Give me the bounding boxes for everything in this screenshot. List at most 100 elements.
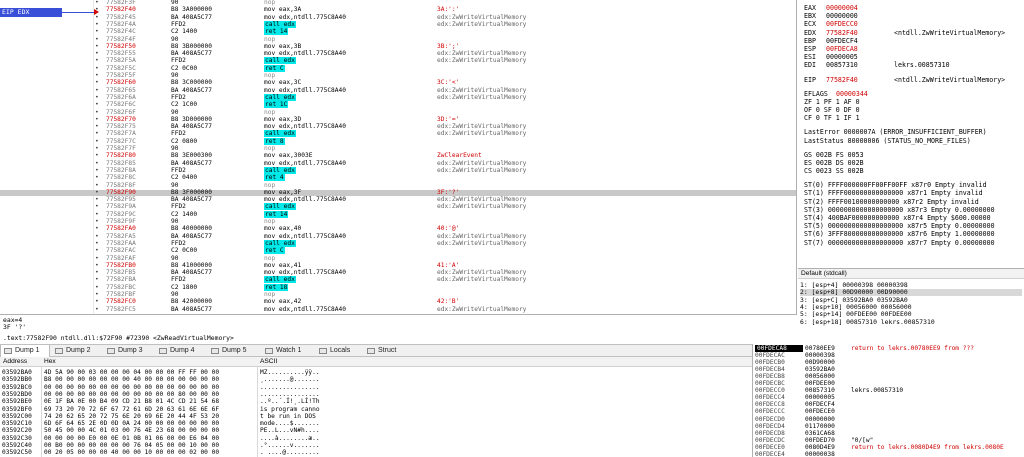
fpu-row[interactable]: ST(1) FFFF000000000000000 x87r1 Empty in… <box>804 189 983 197</box>
disassembly-pane[interactable]: • 77582F3F 90 nop • 77582F40 B8 3A000000 mov ea… <box>0 0 797 314</box>
breakpoint-dot[interactable]: • <box>95 72 99 79</box>
tab-dump-2[interactable]: Dump 2 <box>52 345 102 357</box>
dump-hex-bytes[interactable]: 0E 1F BA 0E 00 B4 09 CD 21 B8 01 4C CD 2… <box>44 398 219 405</box>
disassembly-row[interactable]: • 77582F80 B8 3E000300 mov eax,3003E ZwClear… <box>0 153 796 159</box>
breakpoint-dot[interactable]: • <box>95 36 99 43</box>
breakpoint-dot[interactable]: • <box>95 138 99 145</box>
breakpoint-dot[interactable]: • <box>95 269 99 276</box>
calling-convention-select[interactable]: Default (stdcall) <box>798 269 1024 279</box>
disassembly-row[interactable]: • 77582F75 BA 408A5C77 mov edx,ntdll.775C8A… <box>0 123 796 130</box>
disassembly-row[interactable]: • 77582F50 B8 3B000000 mov eax,3B 3B:';' <box>0 43 796 50</box>
breakpoint-dot[interactable]: • <box>95 21 99 28</box>
dump-row[interactable]: 03592BA0 4D 5A 90 00 03 00 00 00 04 00 00… <box>0 369 752 376</box>
disassembly-row[interactable]: • 77582F9F 90 nop <box>0 218 796 225</box>
dump-row[interactable]: 03592C50 00 20 05 00 00 00 40 00 00 10 00… <box>0 449 752 456</box>
disassembly-row[interactable]: • 77582FBA FFD2 call edx edx:ZwWriteVirtualM… <box>0 276 796 284</box>
register-value[interactable]: 00000004 <box>826 4 858 12</box>
dump-row[interactable]: 03592C10 6D 6F 64 65 2E 0D 0D 0A 24 00 00… <box>0 420 752 427</box>
breakpoint-dot[interactable]: • <box>95 240 99 247</box>
dump-hex-bytes[interactable]: 74 20 62 65 20 72 75 6E 20 69 6E 20 44 4… <box>44 413 219 420</box>
call-stack-args-pane[interactable]: Default (stdcall) 1: [esp+4] 00000398 00… <box>798 268 1024 356</box>
disassembly-row[interactable]: • 77582FB5 BA 408A5C77 mov edx,ntdll.775C8A… <box>0 269 796 276</box>
tab-dump-5[interactable]: Dump 5 <box>208 345 258 357</box>
register-value[interactable]: 00FDECC0 <box>826 20 858 28</box>
dump-hex-bytes[interactable]: 00 00 00 00 E0 00 0E 01 0B 01 06 00 00 E… <box>44 435 219 442</box>
breakpoint-dot[interactable]: • <box>95 43 99 50</box>
disassembly-row[interactable]: • 77582F9C C2 1400 ret 14 <box>0 210 796 218</box>
breakpoint-dot[interactable]: • <box>95 204 99 210</box>
disassembly-row[interactable]: • 77582F5A FFD2 call edx edx:ZwWriteVirtualM… <box>0 57 796 65</box>
disassembly-row[interactable]: • 77582F4A FFD2 call edx edx:ZwWriteVirtualM… <box>0 20 796 28</box>
breakpoint-dot[interactable]: • <box>95 196 99 203</box>
fpu-row[interactable]: ST(5) 0000000000000000000 x87r5 Empty 0.… <box>804 222 995 230</box>
breakpoint-dot[interactable]: • <box>95 145 99 152</box>
breakpoint-dot[interactable]: • <box>95 109 99 116</box>
breakpoint-dot[interactable]: • <box>95 116 99 123</box>
register-value[interactable]: 77582F40 <box>826 29 858 37</box>
disassembly-row[interactable]: • 77582FAC C2 0C00 ret C <box>0 247 796 255</box>
breakpoint-dot[interactable]: • <box>95 58 99 64</box>
breakpoint-dot[interactable]: • <box>95 284 99 291</box>
breakpoint-dot[interactable]: • <box>95 50 99 57</box>
disassembly-row[interactable]: • 77582F5C C2 0C00 ret C <box>0 64 796 72</box>
stack-value[interactable]: 00000038 <box>805 451 835 457</box>
fpu-row[interactable]: ST(6) 3FFF800000000000000 x87r6 Empty 1.… <box>804 230 995 238</box>
breakpoint-dot[interactable]: • <box>95 174 99 181</box>
fpu-row[interactable]: ST(4) 400BAF000000000000 x87r4 Empty $60… <box>804 214 991 222</box>
breakpoint-dot[interactable]: • <box>95 226 99 232</box>
disassembly-row[interactable]: • 77582FAA FFD2 call edx edx:ZwWriteVirtualM… <box>0 239 796 247</box>
dump-pane[interactable]: Address Hex ASCII 03592BA0 4D 5A 90 00 03… <box>0 357 752 457</box>
tab-dump-3[interactable]: Dump 3 <box>104 345 154 357</box>
disassembly-row[interactable]: • 77582F45 BA 408A5C77 mov edx,ntdll.775C8A… <box>0 14 796 21</box>
dump-row[interactable]: 03592C30 00 00 00 00 E0 00 0E 01 0B 01 06… <box>0 435 752 442</box>
disassembly-row[interactable]: • 77582FC5 BA 408A5C77 mov edx,ntdll.775C8A… <box>0 306 796 313</box>
stack-arg-row[interactable]: 6: [esp+18] 00857310 lekrs.00857310 <box>800 318 1022 326</box>
segment-row[interactable]: GS 002B FS 0053 <box>804 151 864 159</box>
disassembly-row[interactable]: • 77582F6C C2 1C00 ret 1C <box>0 101 796 109</box>
hex-column-header[interactable]: Hex <box>44 357 56 367</box>
stack-pane[interactable]: 00FDECA8 00780EE9 return to lekrs.00780EE9… <box>752 344 1024 457</box>
register-value[interactable]: 00000000 <box>826 12 858 20</box>
fpu-row[interactable]: ST(2) FFFF00100000000000 x87r2 Empty inv… <box>804 198 979 206</box>
segment-row[interactable]: ES 002B DS 002B <box>804 159 864 167</box>
tab-dump-1[interactable]: Dump 1 <box>0 345 50 357</box>
breakpoint-dot[interactable]: • <box>95 262 99 269</box>
breakpoint-dot[interactable]: • <box>95 182 99 189</box>
stack-row[interactable]: 00FDECE4 00000038 <box>753 451 1024 457</box>
disassembly-row[interactable]: • 77582F85 BA 408A5C77 mov edx,ntdll.775C8A… <box>0 160 796 167</box>
flags-row[interactable]: ZF 1 PF 1 AF 0 <box>804 98 860 106</box>
fpu-row[interactable]: ST(3) 0000000000000000000 x87r3 Empty 0.… <box>804 206 995 214</box>
breakpoint-dot[interactable]: • <box>95 211 99 218</box>
dump-hex-bytes[interactable]: 00 20 05 00 00 00 40 00 00 10 00 00 00 0… <box>44 449 219 456</box>
breakpoint-dot[interactable]: • <box>95 101 99 108</box>
dump-hex-bytes[interactable]: 00 00 00 00 00 00 00 00 00 00 00 00 80 0… <box>44 391 219 398</box>
breakpoint-dot[interactable]: • <box>95 233 99 240</box>
register-value[interactable]: 00857310 <box>826 61 858 69</box>
register-value[interactable]: 00FDECF4 <box>826 37 858 45</box>
breakpoint-dot[interactable]: • <box>95 14 99 21</box>
register-value[interactable]: 00FDECA8 <box>826 45 858 53</box>
breakpoint-dot[interactable]: • <box>95 0 99 6</box>
disassembly-row[interactable]: • 77582FA5 BA 408A5C77 mov edx,ntdll.775C8A… <box>0 233 796 240</box>
dump-hex-bytes[interactable]: 6D 6F 64 65 2E 0D 0D 0A 24 00 00 00 00 0… <box>44 420 219 427</box>
dump-hex-bytes[interactable]: 00 B0 00 00 00 00 00 00 76 04 05 00 00 1… <box>44 442 219 449</box>
breakpoint-dot[interactable]: • <box>95 255 99 262</box>
dump-hex-bytes[interactable]: 50 45 00 00 4C 01 03 00 76 4E 23 68 00 0… <box>44 427 219 434</box>
breakpoint-dot[interactable]: • <box>95 131 99 137</box>
disassembly-row[interactable]: • 77582F4F 90 nop <box>0 36 796 43</box>
flags-row[interactable]: OF 0 SF 0 DF 0 <box>804 106 860 114</box>
disassembly-row[interactable]: • 77582F6A FFD2 call edx edx:ZwWriteVirtualM… <box>0 93 796 101</box>
fpu-row[interactable]: ST(0) FFFF000000FF00FF00FF x87r0 Empty i… <box>804 181 987 189</box>
dump-row[interactable]: 03592C20 50 45 00 00 4C 01 03 00 76 4E 23… <box>0 427 752 434</box>
disassembly-row[interactable]: • 77582F90 B8 3F000000 mov eax,3F 3F:'?' <box>0 189 796 196</box>
dump-row[interactable]: 03592C40 00 B0 00 00 00 00 00 00 76 04 05… <box>0 442 752 449</box>
segment-row[interactable]: CS 0023 SS 002B <box>804 167 864 175</box>
dump-hex-bytes[interactable]: 00 00 00 00 00 00 00 00 00 00 00 00 00 0… <box>44 384 219 391</box>
flags-row[interactable]: CF 0 TF 1 IF 1 <box>804 114 860 122</box>
breakpoint-dot[interactable]: • <box>95 87 99 94</box>
dump-hex-bytes[interactable]: B8 00 00 00 00 00 00 00 40 00 00 00 00 0… <box>44 376 219 383</box>
registers-pane[interactable]: EAX 00000004 EBX 00000000 ECX 00FDECC0 EDX 7758… <box>798 0 1024 268</box>
disassembly-row[interactable]: • 77582F7F 90 nop <box>0 145 796 152</box>
disassembly-row[interactable]: • 77582F65 BA 408A5C77 mov edx,ntdll.775C8A… <box>0 87 796 94</box>
disassembly-row[interactable]: • 77582F70 B8 3D000000 mov eax,3D 3D:'=' <box>0 116 796 123</box>
